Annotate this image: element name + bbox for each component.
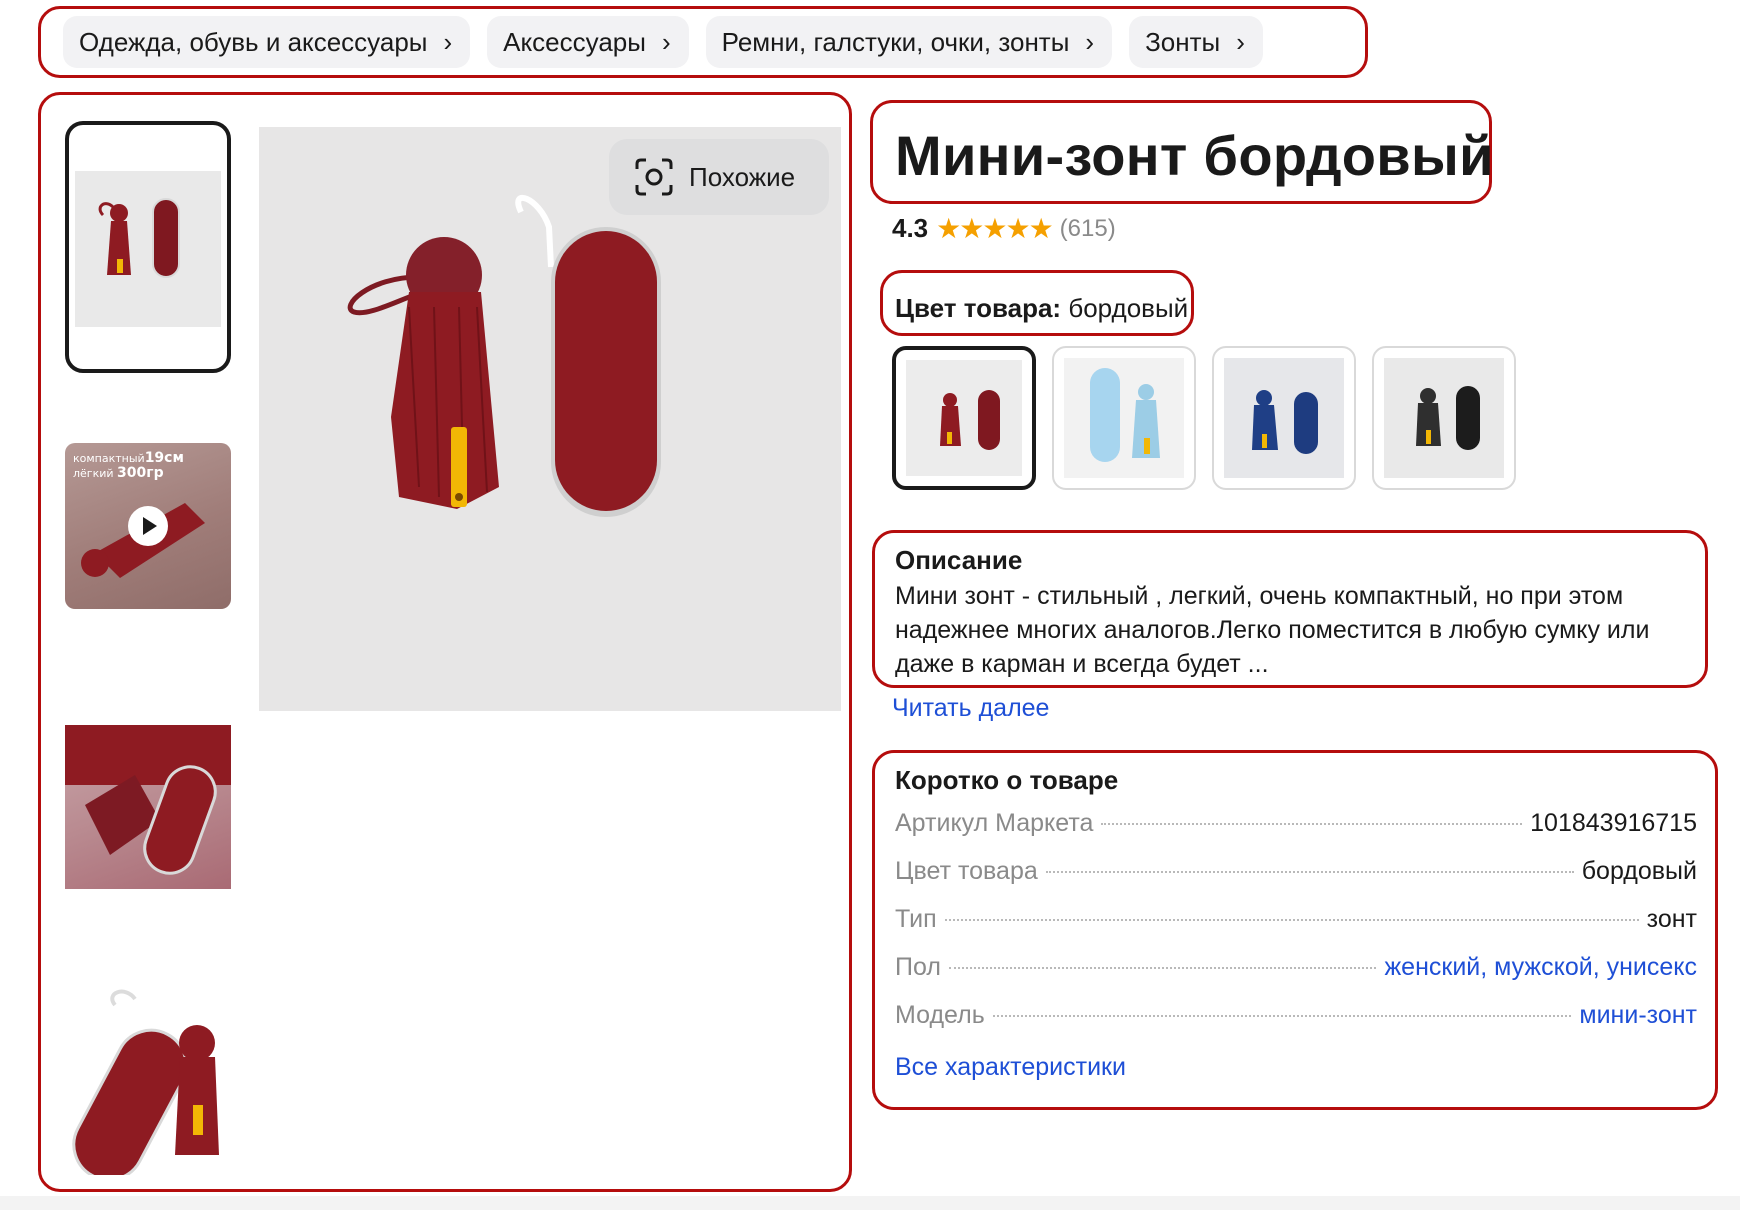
breadcrumb-label: Зонты xyxy=(1145,26,1221,57)
umbrella-product-image xyxy=(98,198,180,278)
spec-row-color: Цвет товара бордовый xyxy=(895,857,1697,905)
spec-key: Тип xyxy=(895,905,937,933)
all-specs-link[interactable]: Все характеристики xyxy=(895,1053,1126,1082)
similar-button[interactable]: Похожие xyxy=(609,139,829,215)
spec-key: Артикул Маркета xyxy=(895,809,1094,837)
chevron-right-icon: › xyxy=(661,26,671,57)
title-annotation: Мини-зонт бордовый xyxy=(870,100,1494,204)
description-text: Мини зонт - стильный , легкий, очень ком… xyxy=(895,582,1650,678)
variant-swatch-navy[interactable] xyxy=(1212,346,1356,490)
breadcrumb-item-accessories[interactable]: Аксессуары › xyxy=(487,16,689,68)
spec-value: 101843916715 xyxy=(1530,809,1697,837)
page-footer-strip xyxy=(0,1196,1740,1210)
spec-row-sku: Артикул Маркета 101843916715 xyxy=(895,809,1697,857)
breadcrumb-label: Аксессуары xyxy=(503,26,646,57)
main-product-image[interactable]: Похожие xyxy=(259,127,841,711)
page-title: Мини-зонт бордовый xyxy=(895,124,1494,187)
spec-value: бордовый xyxy=(1581,857,1697,885)
breadcrumb-item-umbrellas[interactable]: Зонты › xyxy=(1129,16,1263,68)
color-line: Цвет товара: бордовый xyxy=(895,293,1189,323)
specs-list: Артикул Маркета 101843916715 Цвет товара… xyxy=(895,809,1697,1049)
umbrella-lifestyle-image xyxy=(65,725,231,875)
spec-row-model: Модель мини-зонт xyxy=(895,1001,1697,1049)
play-icon[interactable] xyxy=(128,506,168,546)
spec-key: Пол xyxy=(895,953,941,981)
chevron-right-icon: › xyxy=(1085,26,1095,57)
spec-value-link[interactable]: мини-зонт xyxy=(1579,1001,1697,1030)
color-annotation: Цвет товара: бордовый xyxy=(880,270,1194,336)
thumbnail-4[interactable] xyxy=(65,985,231,1175)
dotted-leader xyxy=(1101,823,1523,825)
similar-label: Похожие xyxy=(689,161,796,192)
variant-swatch-black[interactable] xyxy=(1372,346,1516,490)
specs-heading: Коротко о товаре xyxy=(895,765,1119,795)
umbrella-lightblue-icon xyxy=(1090,368,1160,462)
reviews-count[interactable]: (615) xyxy=(1060,215,1116,243)
dotted-leader xyxy=(944,919,1639,921)
chevron-right-icon: › xyxy=(1236,26,1245,57)
specs-annotation: Коротко о товаре Артикул Маркета 1018439… xyxy=(872,750,1718,1110)
camera-search-icon xyxy=(635,158,673,196)
variant-swatch-lightblue[interactable] xyxy=(1052,346,1196,490)
thumbnail-image xyxy=(75,171,221,327)
spec-row-type: Тип зонт xyxy=(895,905,1697,953)
spec-key: Цвет товара xyxy=(895,857,1038,885)
breadcrumb-label: Ремни, галстуки, очки, зонты xyxy=(721,26,1070,57)
breadcrumb-item-clothing[interactable]: Одежда, обувь и аксессуары › xyxy=(63,16,471,68)
rating-value: 4.3 xyxy=(892,213,929,243)
product-gallery: компактный19см лёгкий 300гр Похожие xyxy=(38,92,852,1192)
spec-value-link[interactable]: женский, мужской, унисекс xyxy=(1384,953,1697,982)
thumbnail-3[interactable] xyxy=(65,725,231,889)
dotted-leader xyxy=(948,967,1377,969)
chevron-right-icon: › xyxy=(443,26,453,57)
umbrella-burgundy-icon xyxy=(940,390,1000,450)
umbrella-navy-icon xyxy=(1252,390,1318,454)
rating[interactable]: 4.3 ★★★★★ (615) xyxy=(892,212,1116,245)
color-value: бордовый xyxy=(1068,293,1189,323)
breadcrumb-label: Одежда, обувь и аксессуары xyxy=(79,26,428,57)
spec-row-gender: Пол женский, мужской, унисекс xyxy=(895,953,1697,1001)
umbrella-case-image xyxy=(72,989,219,1175)
color-label: Цвет товара xyxy=(895,293,1053,323)
thumbnail-video[interactable]: компактный19см лёгкий 300гр xyxy=(65,443,231,609)
star-rating-icon: ★★★★★ xyxy=(936,213,1054,244)
description-annotation: Описание Мини зонт - стильный , легкий, … xyxy=(872,530,1708,688)
description-heading: Описание xyxy=(895,545,1023,575)
dotted-leader xyxy=(1045,871,1574,873)
dotted-leader xyxy=(992,1015,1572,1017)
read-more-link[interactable]: Читать далее xyxy=(892,694,1049,723)
variant-swatch-burgundy[interactable] xyxy=(892,346,1036,490)
breadcrumb: Одежда, обувь и аксессуары › Аксессуары … xyxy=(38,6,1368,78)
umbrella-black-icon xyxy=(1416,386,1480,450)
spec-key: Модель xyxy=(895,1001,985,1029)
spec-value: зонт xyxy=(1646,905,1697,933)
thumbnail-1[interactable] xyxy=(65,121,231,373)
breadcrumb-item-belts-ties[interactable]: Ремни, галстуки, очки, зонты › xyxy=(705,16,1113,68)
